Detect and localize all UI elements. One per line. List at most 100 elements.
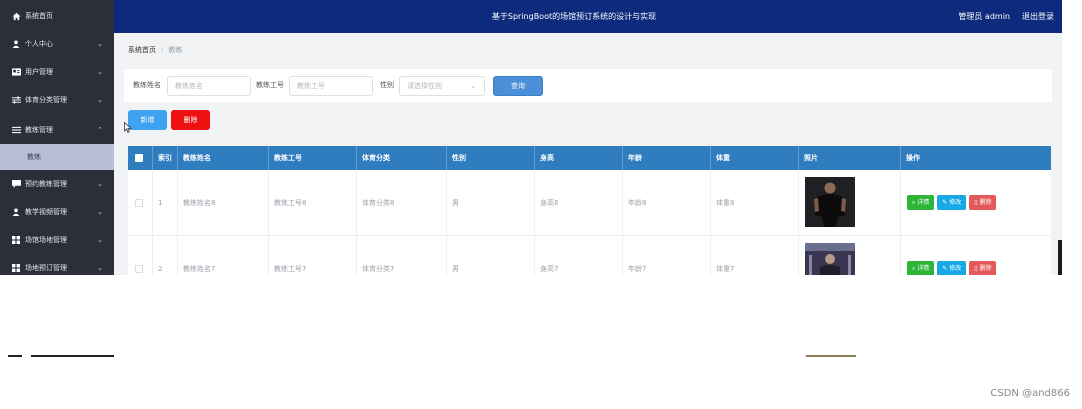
header-weight: 体重 bbox=[711, 146, 799, 170]
cell-age: 年龄7 bbox=[623, 236, 711, 275]
sidebar-item-sports-category[interactable]: 体育分类管理 ⌄ bbox=[0, 86, 114, 114]
chevron-down-icon: ⌄ bbox=[97, 264, 103, 272]
list-icon bbox=[9, 126, 23, 134]
search-button[interactable]: 查询 bbox=[493, 76, 543, 96]
header-coach-id: 教练工号 bbox=[269, 146, 357, 170]
grid-icon bbox=[9, 264, 23, 272]
cell-height: 身高7 bbox=[535, 236, 623, 275]
cell-category: 体育分类7 bbox=[357, 236, 447, 275]
breadcrumb-current: 教练 bbox=[168, 46, 183, 54]
capture-artifact bbox=[806, 355, 856, 357]
edit-label: 修改 bbox=[949, 199, 962, 206]
table-row: 2 教练姓名7 教练工号7 体育分类7 男 身高7 年龄7 体重7 ⌕ 详情 ✎… bbox=[128, 236, 1051, 275]
row-select-cell bbox=[128, 236, 153, 275]
row-checkbox[interactable] bbox=[135, 199, 143, 207]
breadcrumb: 系统首页 / 教练 bbox=[128, 45, 182, 55]
table-header: 索引 教练姓名 教练工号 体育分类 性别 身高 年龄 体重 照片 操作 bbox=[128, 146, 1051, 170]
cell-actions: ⌕ 详情 ✎ 修改 ▯ 删除 bbox=[901, 236, 1051, 275]
header-actions: 操作 bbox=[906, 154, 920, 162]
row-actions: ⌕ 详情 ✎ 修改 ▯ 删除 bbox=[907, 261, 997, 275]
sidebar-item-profile[interactable]: 个人中心 ⌄ bbox=[0, 30, 114, 58]
chevron-down-icon: ⌄ bbox=[97, 180, 103, 188]
user-icon bbox=[9, 208, 23, 216]
cell-weight: 体重8 bbox=[711, 170, 799, 236]
cell-age: 年龄8 bbox=[623, 170, 711, 236]
sidebar-item-label: 场地预订管理 bbox=[25, 264, 67, 272]
grid-icon bbox=[9, 236, 23, 244]
sidebar-item-label: 体育分类管理 bbox=[25, 96, 67, 104]
row-select-cell bbox=[128, 170, 153, 236]
edit-button[interactable]: ✎ 修改 bbox=[937, 261, 967, 275]
user-icon bbox=[9, 40, 23, 48]
add-button[interactable]: 新增 bbox=[128, 110, 167, 130]
cell-index: 2 bbox=[153, 236, 178, 275]
chevron-down-icon: ⌄ bbox=[97, 236, 103, 244]
bulk-delete-button[interactable]: 删除 bbox=[171, 110, 210, 130]
chevron-down-icon: ⌄ bbox=[470, 82, 476, 90]
top-header: 基于SpringBoot的场馆预订系统的设计与实现 管理员 admin 退出登录 bbox=[114, 0, 1062, 33]
sidebar-item-label: 教练管理 bbox=[25, 126, 53, 134]
sidebar-item-label: 预约教练管理 bbox=[25, 180, 67, 188]
row-delete-label: 删除 bbox=[979, 199, 992, 206]
sidebar-subitem-coach[interactable]: 教练 bbox=[0, 144, 114, 170]
header-gender: 性别 bbox=[447, 146, 535, 170]
scrollbar-thumb[interactable] bbox=[1058, 240, 1062, 275]
gender-label: 性别 bbox=[380, 81, 394, 89]
row-delete-button[interactable]: ▯ 删除 bbox=[969, 261, 997, 275]
select-all-cell bbox=[128, 146, 153, 170]
capture-artifact bbox=[8, 355, 114, 357]
sidebar-item-home[interactable]: 系统首页 bbox=[0, 2, 114, 30]
detail-button[interactable]: ⌕ 详情 bbox=[907, 261, 935, 275]
cell-gender: 男 bbox=[447, 236, 535, 275]
header-category: 体育分类 bbox=[357, 146, 447, 170]
header-coach-name: 教练姓名 bbox=[178, 146, 269, 170]
cell-coach-id: 教练工号8 bbox=[269, 170, 357, 236]
chevron-down-icon: ⌄ bbox=[97, 208, 103, 216]
app-window: 系统首页 个人中心 ⌄ 用户管理 ⌄ 体育分类管理 ⌄ 教练管理 ⌃ 教练 预约… bbox=[0, 0, 1082, 275]
sidebar-subitem-label: 教练 bbox=[27, 153, 41, 161]
detail-label: 详情 bbox=[917, 265, 930, 272]
coach-id-input[interactable]: 教练工号 bbox=[289, 76, 373, 96]
detail-label: 详情 bbox=[917, 199, 930, 206]
cell-actions: ⌕ 详情 ✎ 修改 ▯ 删除 bbox=[901, 170, 1051, 236]
cell-index: 1 bbox=[153, 170, 178, 236]
header-height: 身高 bbox=[535, 146, 623, 170]
sidebar-item-coach-booking[interactable]: 预约教练管理 ⌄ bbox=[0, 170, 114, 198]
logout-link[interactable]: 退出登录 bbox=[1022, 0, 1054, 33]
select-all-checkbox[interactable] bbox=[135, 154, 143, 162]
sidebar-item-label: 教学视频管理 bbox=[25, 208, 67, 216]
sidebar-item-coach-management[interactable]: 教练管理 ⌃ bbox=[0, 116, 114, 144]
cell-photo bbox=[799, 236, 901, 275]
header-photo: 照片 bbox=[799, 146, 901, 170]
row-actions: ⌕ 详情 ✎ 修改 ▯ 删除 bbox=[907, 195, 997, 210]
sidebar-item-users[interactable]: 用户管理 ⌄ bbox=[0, 58, 114, 86]
coach-table: 索引 教练姓名 教练工号 体育分类 性别 身高 年龄 体重 照片 操作 1 教练… bbox=[128, 146, 1051, 275]
row-delete-button[interactable]: ▯ 删除 bbox=[969, 195, 997, 210]
gender-select-placeholder: 请选择性别 bbox=[407, 82, 442, 90]
message-icon bbox=[9, 180, 23, 188]
main-content: 系统首页 / 教练 教练姓名 教练姓名 教练工号 教练工号 性别 请选择性别 ⌄ 查… bbox=[114, 33, 1062, 275]
table-row: 1 教练姓名8 教练工号8 体育分类8 男 身高8 年龄8 体重8 ⌕ 详情 ✎… bbox=[128, 170, 1051, 236]
mouse-cursor-icon bbox=[124, 121, 132, 136]
detail-button[interactable]: ⌕ 详情 bbox=[907, 195, 935, 210]
breadcrumb-home[interactable]: 系统首页 bbox=[128, 46, 156, 54]
sidebar-item-label: 个人中心 bbox=[25, 40, 53, 48]
sliders-icon bbox=[9, 96, 23, 104]
chevron-down-icon: ⌄ bbox=[97, 68, 103, 76]
edit-label: 修改 bbox=[949, 265, 962, 272]
watermark: CSDN @and866 bbox=[990, 388, 1070, 399]
sidebar-item-label: 用户管理 bbox=[25, 68, 53, 76]
coach-name-input[interactable]: 教练姓名 bbox=[167, 76, 251, 96]
row-delete-label: 删除 bbox=[979, 265, 992, 272]
row-checkbox[interactable] bbox=[135, 265, 143, 273]
header-index: 索引 bbox=[153, 146, 178, 170]
id-card-icon bbox=[9, 68, 23, 76]
cell-gender: 男 bbox=[447, 170, 535, 236]
sidebar-item-teaching-video[interactable]: 教学视频管理 ⌄ bbox=[0, 198, 114, 226]
sidebar-item-venue[interactable]: 场馆场地管理 ⌄ bbox=[0, 226, 114, 254]
edit-button[interactable]: ✎ 修改 bbox=[937, 195, 967, 210]
gender-select[interactable]: 请选择性别 ⌄ bbox=[399, 76, 485, 96]
sidebar: 系统首页 个人中心 ⌄ 用户管理 ⌄ 体育分类管理 ⌄ 教练管理 ⌃ 教练 预约… bbox=[0, 0, 114, 275]
sidebar-item-venue-booking[interactable]: 场地预订管理 ⌄ bbox=[0, 254, 114, 275]
admin-label: 管理员 admin bbox=[958, 12, 1010, 21]
